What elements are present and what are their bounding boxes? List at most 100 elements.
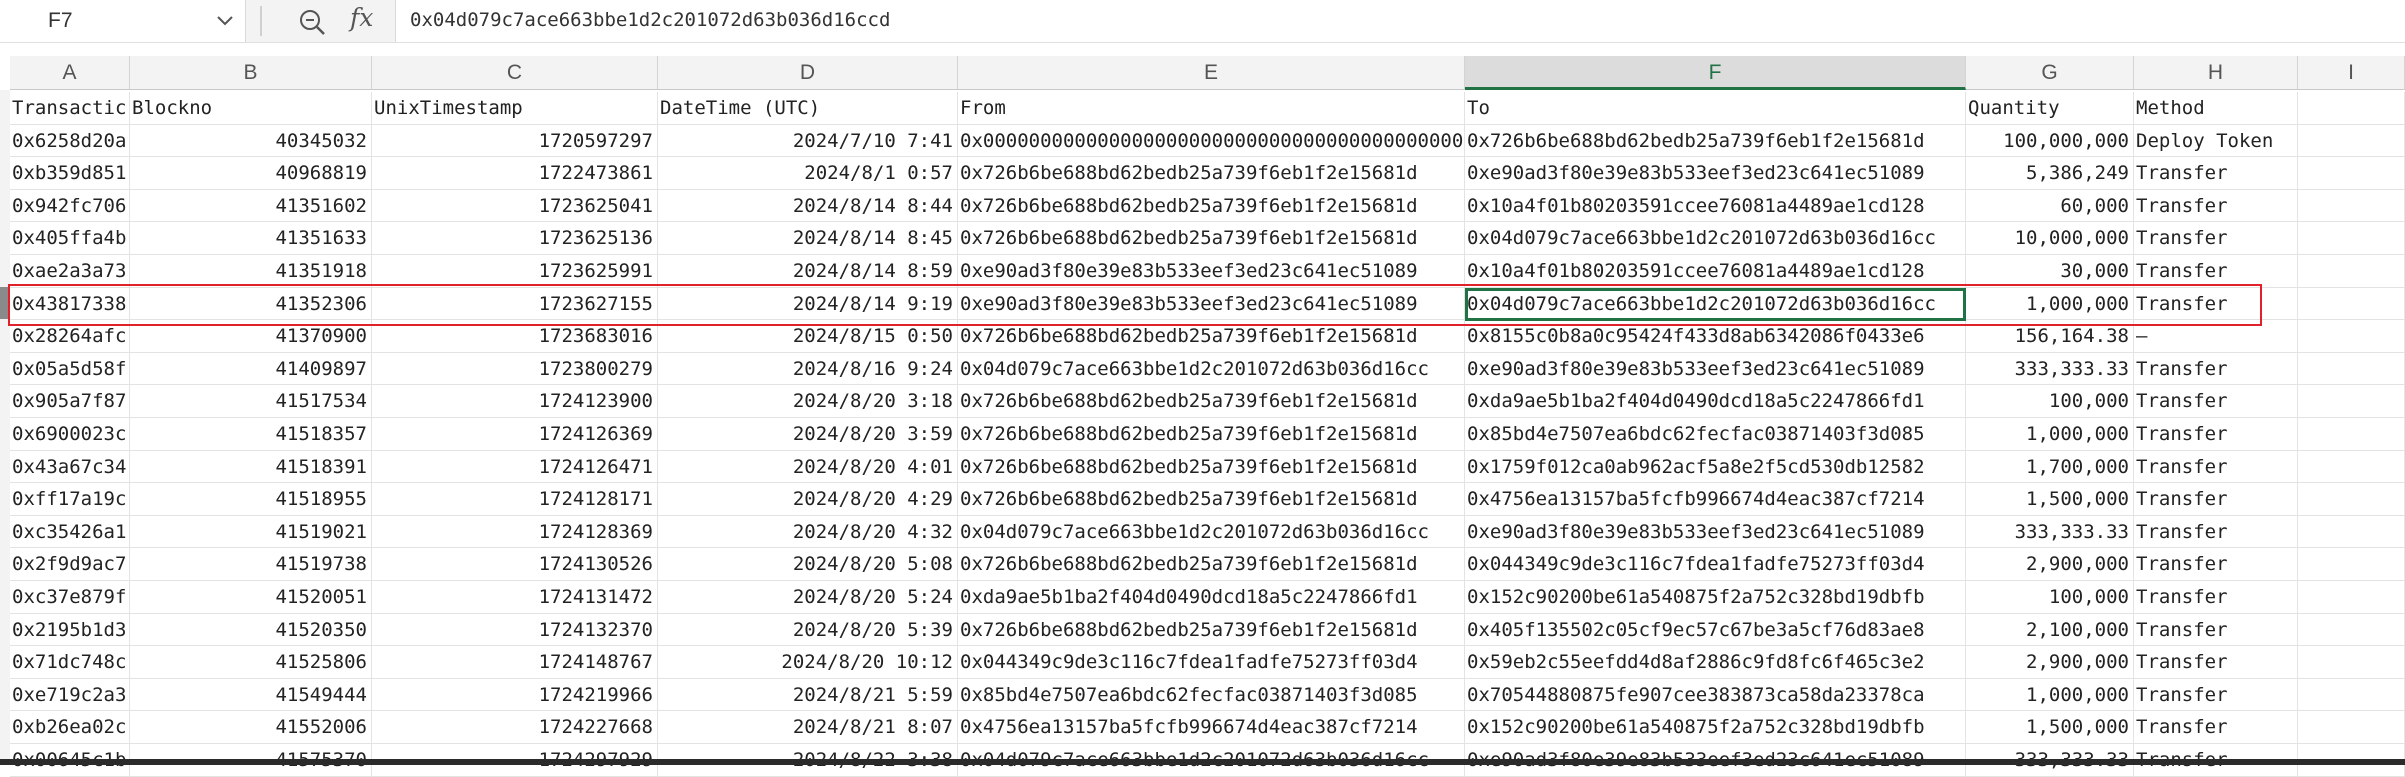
- table-cell[interactable]: 0x152c90200be61a540875f2a752c328bd19dbfb: [1465, 581, 1966, 614]
- table-cell[interactable]: 0xe719c2a3: [10, 678, 130, 712]
- table-cell[interactable]: 1,700,000: [1966, 450, 2134, 484]
- header-cell[interactable]: From: [958, 92, 1465, 125]
- table-cell[interactable]: 1,500,000: [1966, 711, 2134, 744]
- table-cell[interactable]: 41518955: [130, 483, 372, 516]
- table-cell[interactable]: 0x044349c9de3c116c7fdea1fadfe75273ff03d4: [1465, 548, 1966, 581]
- table-cell[interactable]: 0x4756ea13157ba5fcfb996674d4eac387cf7214: [958, 711, 1465, 744]
- table-cell[interactable]: [2298, 646, 2405, 679]
- table-cell[interactable]: [2298, 678, 2405, 712]
- table-cell[interactable]: 1724130526: [372, 548, 658, 581]
- table-cell[interactable]: 0x905a7f87: [10, 385, 130, 418]
- table-cell[interactable]: 0x726b6be688bd62bedb25a739f6eb1f2e15681d: [958, 320, 1465, 353]
- column-header-a[interactable]: A: [10, 56, 130, 90]
- table-cell[interactable]: [2298, 418, 2405, 451]
- table-cell[interactable]: 2024/8/14 8:45: [658, 222, 958, 255]
- table-cell[interactable]: 2024/8/20 4:01: [658, 450, 958, 484]
- table-cell[interactable]: 1723800279: [372, 352, 658, 386]
- table-cell[interactable]: 41518357: [130, 418, 372, 451]
- table-cell[interactable]: 2024/8/21 8:07: [658, 711, 958, 744]
- table-cell[interactable]: 0x85bd4e7507ea6bdc62fecfac03871403f3d085: [1465, 418, 1966, 451]
- table-cell[interactable]: 41351633: [130, 222, 372, 255]
- table-cell[interactable]: 1724126369: [372, 418, 658, 451]
- table-cell[interactable]: Transfer: [2134, 450, 2298, 484]
- table-cell[interactable]: [2298, 581, 2405, 614]
- table-cell[interactable]: [2298, 320, 2405, 353]
- table-cell[interactable]: 0x28264afc: [10, 320, 130, 353]
- column-header-b[interactable]: B: [130, 56, 372, 90]
- table-cell[interactable]: 0x726b6be688bd62bedb25a739f6eb1f2e15681d: [1465, 124, 1966, 158]
- table-cell[interactable]: Transfer: [2134, 189, 2298, 223]
- table-cell[interactable]: 0xb26ea02c: [10, 711, 130, 744]
- table-cell[interactable]: 0x2f9d9ac7: [10, 548, 130, 581]
- table-cell[interactable]: 0x726b6be688bd62bedb25a739f6eb1f2e15681d: [958, 418, 1465, 451]
- table-cell[interactable]: 41370900: [130, 320, 372, 353]
- header-cell[interactable]: Transactic: [10, 92, 130, 125]
- table-cell[interactable]: 0x726b6be688bd62bedb25a739f6eb1f2e15681d: [958, 189, 1465, 223]
- table-cell[interactable]: 1724219966: [372, 678, 658, 712]
- table-cell[interactable]: [2298, 385, 2405, 418]
- table-cell[interactable]: 156,164.38: [1966, 320, 2134, 353]
- table-cell[interactable]: 41519738: [130, 548, 372, 581]
- table-cell[interactable]: 0xb359d851: [10, 157, 130, 190]
- table-cell[interactable]: 0x8155c0b8a0c95424f433d8ab6342086f0433e6: [1465, 320, 1966, 353]
- table-cell[interactable]: 0x726b6be688bd62bedb25a739f6eb1f2e15681d: [958, 157, 1465, 190]
- table-cell[interactable]: 0x6900023c: [10, 418, 130, 451]
- table-cell[interactable]: 1724131472: [372, 581, 658, 614]
- table-cell[interactable]: 40345032: [130, 124, 372, 158]
- table-cell[interactable]: 1723627155: [372, 287, 658, 321]
- table-cell[interactable]: Transfer: [2134, 678, 2298, 712]
- table-cell[interactable]: 0x4756ea13157ba5fcfb996674d4eac387cf7214: [1465, 483, 1966, 516]
- table-cell[interactable]: [2298, 255, 2405, 288]
- table-cell[interactable]: 0x726b6be688bd62bedb25a739f6eb1f2e15681d: [958, 222, 1465, 255]
- table-cell[interactable]: [2298, 450, 2405, 484]
- header-cell[interactable]: Quantity: [1966, 92, 2134, 125]
- table-cell[interactable]: 0xe90ad3f80e39e83b533eef3ed23c641ec51089: [1465, 352, 1966, 386]
- table-cell[interactable]: 0xda9ae5b1ba2f404d0490dcd18a5c2247866fd1: [958, 581, 1465, 614]
- table-cell[interactable]: 2024/8/20 5:39: [658, 613, 958, 647]
- table-cell[interactable]: 0xc37e879f: [10, 581, 130, 614]
- table-cell[interactable]: Transfer: [2134, 418, 2298, 451]
- table-cell[interactable]: Transfer: [2134, 515, 2298, 549]
- table-cell[interactable]: Transfer: [2134, 222, 2298, 255]
- table-cell[interactable]: 2024/8/20 4:29: [658, 483, 958, 516]
- table-cell[interactable]: 10,000,000: [1966, 222, 2134, 255]
- table-cell[interactable]: 0xc35426a1: [10, 515, 130, 549]
- table-cell[interactable]: 1,000,000: [1966, 287, 2134, 321]
- table-cell[interactable]: Transfer: [2134, 255, 2298, 288]
- table-cell[interactable]: 41519021: [130, 515, 372, 549]
- table-cell[interactable]: 1724126471: [372, 450, 658, 484]
- table-cell[interactable]: 333,333.33: [1966, 515, 2134, 549]
- table-cell[interactable]: 5,386,249: [1966, 157, 2134, 190]
- column-header-f[interactable]: F: [1465, 56, 1966, 90]
- table-cell[interactable]: 41525806: [130, 646, 372, 679]
- table-cell[interactable]: 2024/7/10 7:41: [658, 124, 958, 158]
- table-cell[interactable]: 2024/8/20 4:32: [658, 515, 958, 549]
- table-cell[interactable]: 0x10a4f01b80203591ccee76081a4489ae1cd128: [1465, 255, 1966, 288]
- table-cell[interactable]: [2298, 352, 2405, 386]
- table-cell[interactable]: 1723683016: [372, 320, 658, 353]
- table-cell[interactable]: 41552006: [130, 711, 372, 744]
- table-cell[interactable]: 40968819: [130, 157, 372, 190]
- table-cell[interactable]: 0x04d079c7ace663bbe1d2c201072d63b036d16c…: [1465, 222, 1966, 255]
- table-cell[interactable]: 0x6258d20a: [10, 124, 130, 158]
- table-cell[interactable]: 41409897: [130, 352, 372, 386]
- table-cell[interactable]: –: [2134, 320, 2298, 353]
- table-cell[interactable]: 1723625041: [372, 189, 658, 223]
- table-cell[interactable]: [2298, 222, 2405, 255]
- table-cell[interactable]: 0x59eb2c55eefdd4d8af2886c9fd8fc6f465c3e2: [1465, 646, 1966, 679]
- table-cell[interactable]: Transfer: [2134, 711, 2298, 744]
- magnifier-icon[interactable]: [296, 6, 328, 38]
- table-cell[interactable]: 1,000,000: [1966, 418, 2134, 451]
- table-cell[interactable]: 100,000: [1966, 385, 2134, 418]
- table-cell[interactable]: 0x726b6be688bd62bedb25a739f6eb1f2e15681d: [958, 613, 1465, 647]
- table-cell[interactable]: [2298, 613, 2405, 647]
- table-cell[interactable]: Transfer: [2134, 157, 2298, 190]
- table-cell[interactable]: 1723625991: [372, 255, 658, 288]
- table-cell[interactable]: 0xe90ad3f80e39e83b533eef3ed23c641ec51089: [958, 255, 1465, 288]
- table-cell[interactable]: 0xae2a3a73: [10, 255, 130, 288]
- column-header-d[interactable]: D: [658, 56, 958, 90]
- table-cell[interactable]: 0xe90ad3f80e39e83b533eef3ed23c641ec51089: [1465, 157, 1966, 190]
- table-cell[interactable]: 60,000: [1966, 189, 2134, 223]
- table-cell[interactable]: 0x43817338: [10, 287, 130, 321]
- table-cell[interactable]: 2024/8/20 5:08: [658, 548, 958, 581]
